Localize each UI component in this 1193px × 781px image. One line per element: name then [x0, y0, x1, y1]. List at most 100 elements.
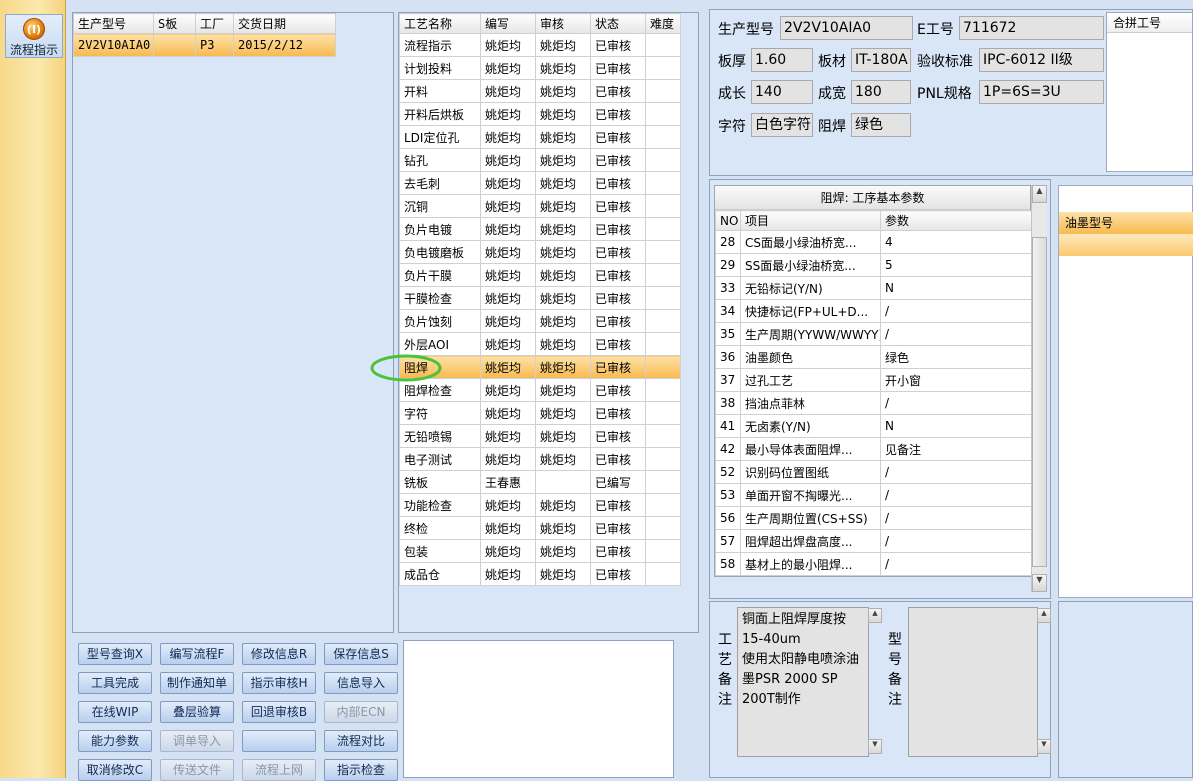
steps-col-header[interactable]: 审核: [535, 13, 591, 34]
step-row[interactable]: 包装 姚炬均 姚炬均 已审核: [399, 539, 681, 563]
step-row[interactable]: 负片干膜 姚炬均 姚炬均 已审核: [399, 263, 681, 287]
step-row[interactable]: 负片蚀刻 姚炬均 姚炬均 已审核: [399, 309, 681, 333]
step-row[interactable]: 开料后烘板 姚炬均 姚炬均 已审核: [399, 102, 681, 126]
model-note-field[interactable]: [908, 607, 1038, 757]
step-row[interactable]: 负片电镀 姚炬均 姚炬均 已审核: [399, 217, 681, 241]
scroll-down-icon[interactable]: ▼: [1032, 574, 1047, 592]
order-row[interactable]: 2V2V10AIA0 P3 2015/2/12: [73, 33, 336, 57]
param-row[interactable]: 36 油墨颜色 绿色: [715, 345, 1033, 369]
action-button[interactable]: 型号查询X: [78, 643, 152, 665]
param-row[interactable]: 28 CS面最小绿油桥宽... 4: [715, 230, 1033, 254]
char-field[interactable]: 白色字符: [751, 113, 813, 137]
step-row[interactable]: 成品仓 姚炬均 姚炬均 已审核: [399, 562, 681, 586]
thickness-field[interactable]: 1.60: [751, 48, 813, 72]
note-scroll-up-icon[interactable]: ▲: [868, 608, 882, 623]
param-row[interactable]: 29 SS面最小绿油桥宽... 5: [715, 253, 1033, 277]
model-note-label: 型号备注: [888, 632, 902, 708]
pnl-field[interactable]: 1P=6S=3U: [979, 80, 1104, 104]
action-button[interactable]: 叠层验算: [160, 701, 234, 723]
model-note-scroll-down-icon[interactable]: ▼: [1037, 739, 1051, 754]
scroll-thumb[interactable]: [1032, 237, 1047, 567]
step-row[interactable]: 开料 姚炬均 姚炬均 已审核: [399, 79, 681, 103]
step-row[interactable]: 去毛刺 姚炬均 姚炬均 已审核: [399, 171, 681, 195]
action-button[interactable]: [242, 730, 316, 752]
note-scroll-down-icon[interactable]: ▼: [868, 739, 882, 754]
step-cell: 姚炬均: [480, 493, 536, 517]
param-row[interactable]: 33 无铅标记(Y/N) N: [715, 276, 1033, 300]
action-button[interactable]: 编写流程F: [160, 643, 234, 665]
ink-row[interactable]: [1059, 234, 1193, 256]
process-note-field[interactable]: 铜面上阻焊厚度按15-40um 使用太阳静电喷涂油墨PSR 2000 SP 20…: [737, 607, 869, 757]
step-cell: [645, 33, 681, 57]
params-col-header[interactable]: 项目: [740, 210, 881, 231]
step-row[interactable]: 功能检查 姚炬均 姚炬均 已审核: [399, 493, 681, 517]
step-row[interactable]: 铣板 王春惠 已编写: [399, 470, 681, 494]
steps-col-header[interactable]: 难度: [645, 13, 681, 34]
eno-field[interactable]: 711672: [959, 16, 1104, 40]
param-row[interactable]: 41 无卤素(Y/N) N: [715, 414, 1033, 438]
orders-col-header[interactable]: 生产型号: [73, 13, 154, 34]
scroll-up-icon[interactable]: ▲: [1032, 185, 1047, 203]
step-cell: 已审核: [590, 447, 646, 471]
step-row[interactable]: 干膜检查 姚炬均 姚炬均 已审核: [399, 286, 681, 310]
action-button[interactable]: 工具完成: [78, 672, 152, 694]
step-row[interactable]: 负电镀磨板 姚炬均 姚炬均 已审核: [399, 240, 681, 264]
param-row[interactable]: 35 生产周期(YYWW/WWYY) /: [715, 322, 1033, 346]
steps-col-header[interactable]: 工艺名称: [399, 13, 481, 34]
step-row[interactable]: 计划投料 姚炬均 姚炬均 已审核: [399, 56, 681, 80]
param-row[interactable]: 38 挡油点菲林 /: [715, 391, 1033, 415]
standard-field[interactable]: IPC-6012 II级: [979, 48, 1104, 72]
param-row[interactable]: 53 单面开窗不掏曝光... /: [715, 483, 1033, 507]
param-row[interactable]: 57 阻焊超出焊盘高度... /: [715, 529, 1033, 553]
step-row[interactable]: 钻孔 姚炬均 姚炬均 已审核: [399, 148, 681, 172]
material-field[interactable]: IT-180A: [851, 48, 911, 72]
steps-col-header[interactable]: 状态: [590, 13, 646, 34]
param-row[interactable]: 34 快捷标记(FP+UL+D... /: [715, 299, 1033, 323]
step-row[interactable]: 沉铜 姚炬均 姚炬均 已审核: [399, 194, 681, 218]
action-button[interactable]: 修改信息R: [242, 643, 316, 665]
step-row[interactable]: 终检 姚炬均 姚炬均 已审核: [399, 516, 681, 540]
model-note-scroll-up-icon[interactable]: ▲: [1037, 608, 1051, 623]
action-button[interactable]: 保存信息S: [324, 643, 398, 665]
step-cell: 姚炬均: [535, 240, 591, 264]
param-cell: 4: [880, 230, 1033, 254]
orders-col-header[interactable]: S板: [153, 13, 196, 34]
step-row[interactable]: 无铅喷锡 姚炬均 姚炬均 已审核: [399, 424, 681, 448]
step-row[interactable]: 电子测试 姚炬均 姚炬均 已审核: [399, 447, 681, 471]
order-cell: 2015/2/12: [233, 33, 336, 57]
length-field[interactable]: 140: [751, 80, 813, 104]
orders-col-header[interactable]: 交货日期: [233, 13, 336, 34]
action-button[interactable]: 指示审核H: [242, 672, 316, 694]
action-button[interactable]: 能力参数: [78, 730, 152, 752]
action-button[interactable]: 在线WIP: [78, 701, 152, 723]
params-col-header[interactable]: NO: [715, 210, 741, 231]
param-row[interactable]: 52 识别码位置图纸 /: [715, 460, 1033, 484]
flow-instruction-button[interactable]: (I) 流程指示: [5, 14, 63, 58]
action-button[interactable]: 内部ECN: [324, 701, 398, 723]
params-col-header[interactable]: 参数: [880, 210, 1033, 231]
step-row[interactable]: 字符 姚炬均 姚炬均 已审核: [399, 401, 681, 425]
step-row[interactable]: 流程指示 姚炬均 姚炬均 已审核: [399, 33, 681, 57]
action-button[interactable]: 回退审核B: [242, 701, 316, 723]
step-cell: 姚炬均: [480, 240, 536, 264]
param-row[interactable]: 56 生产周期位置(CS+SS) /: [715, 506, 1033, 530]
step-cell: 铣板: [399, 470, 481, 494]
model-field[interactable]: 2V2V10AIA0: [780, 16, 913, 40]
step-cell: [645, 171, 681, 195]
merge-list[interactable]: 合拼工号: [1106, 12, 1193, 172]
mask-field[interactable]: 绿色: [851, 113, 911, 137]
action-button[interactable]: 信息导入: [324, 672, 398, 694]
param-row[interactable]: 58 基材上的最小阻焊... /: [715, 552, 1033, 576]
action-button[interactable]: 流程对比: [324, 730, 398, 752]
param-cell: 56: [715, 506, 741, 530]
steps-col-header[interactable]: 编写: [480, 13, 536, 34]
action-button[interactable]: 调单导入: [160, 730, 234, 752]
param-row[interactable]: 42 最小导体表面阻焊... 见备注: [715, 437, 1033, 461]
orders-col-header[interactable]: 工厂: [195, 13, 234, 34]
param-cell: /: [880, 391, 1033, 415]
width-field[interactable]: 180: [851, 80, 911, 104]
action-button[interactable]: 制作通知单: [160, 672, 234, 694]
step-row[interactable]: LDI定位孔 姚炬均 姚炬均 已审核: [399, 125, 681, 149]
params-scrollbar[interactable]: ▲ ▼: [1031, 185, 1047, 592]
param-row[interactable]: 37 过孔工艺 开小窗: [715, 368, 1033, 392]
